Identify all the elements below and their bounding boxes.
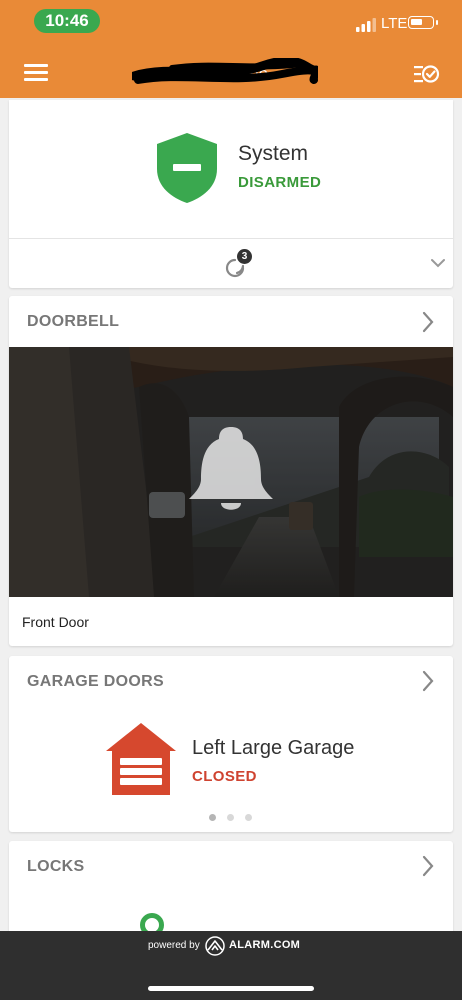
hamburger-menu-button[interactable] [24,64,48,82]
home-indicator[interactable] [148,986,314,991]
garage-state: CLOSED [192,768,257,785]
network-type: LTE [381,15,408,32]
doorbell-title: DOORBELL [27,313,120,330]
redaction-scribble [132,58,318,84]
nav-bar: Lee's Home [0,44,462,98]
doorbell-camera-snapshot[interactable] [9,347,453,597]
activity-history-icon[interactable] [412,62,440,86]
footer-bar: powered by ALARM.COM [0,931,462,1000]
app-header: 10:46 LTE Lee's Home [0,0,462,98]
chevron-right-icon[interactable] [421,670,435,692]
chevron-right-icon[interactable] [421,311,435,333]
status-bar: 10:46 LTE [0,0,462,44]
garage-title: GARAGE DOORS [27,673,164,690]
chevron-right-icon[interactable] [421,855,435,877]
system-name: System [238,142,309,165]
pending-count-badge: 3 [237,249,252,264]
garage-doors-card: GARAGE DOORS Left Large Garage CLOSED [9,656,453,832]
system-state: DISARMED [238,174,322,191]
disarmed-shield-icon [157,133,217,203]
page-dot[interactable] [227,814,234,821]
locks-title: LOCKS [27,858,85,875]
alarm-com-logo-icon [205,936,225,956]
cellular-signal-icon [356,18,376,32]
status-time: 10:46 [34,9,100,33]
battery-tip [436,20,438,25]
security-system-card[interactable]: System DISARMED 3 [9,100,453,288]
brand-name: ALARM.COM [229,939,301,951]
page-dot[interactable] [245,814,252,821]
garage-name: Left Large Garage [192,737,355,759]
powered-by-text: powered by [148,940,200,951]
page-dot[interactable] [209,814,216,821]
chevron-down-icon[interactable] [431,258,445,268]
card-divider [9,238,453,239]
doorbell-card: DOORBELL Front Door [9,296,453,646]
battery-icon [408,16,434,29]
camera-name: Front Door [22,614,89,630]
camera-scene [9,347,453,597]
garage-closed-icon[interactable] [104,721,178,797]
pagination-dots[interactable] [209,814,257,822]
